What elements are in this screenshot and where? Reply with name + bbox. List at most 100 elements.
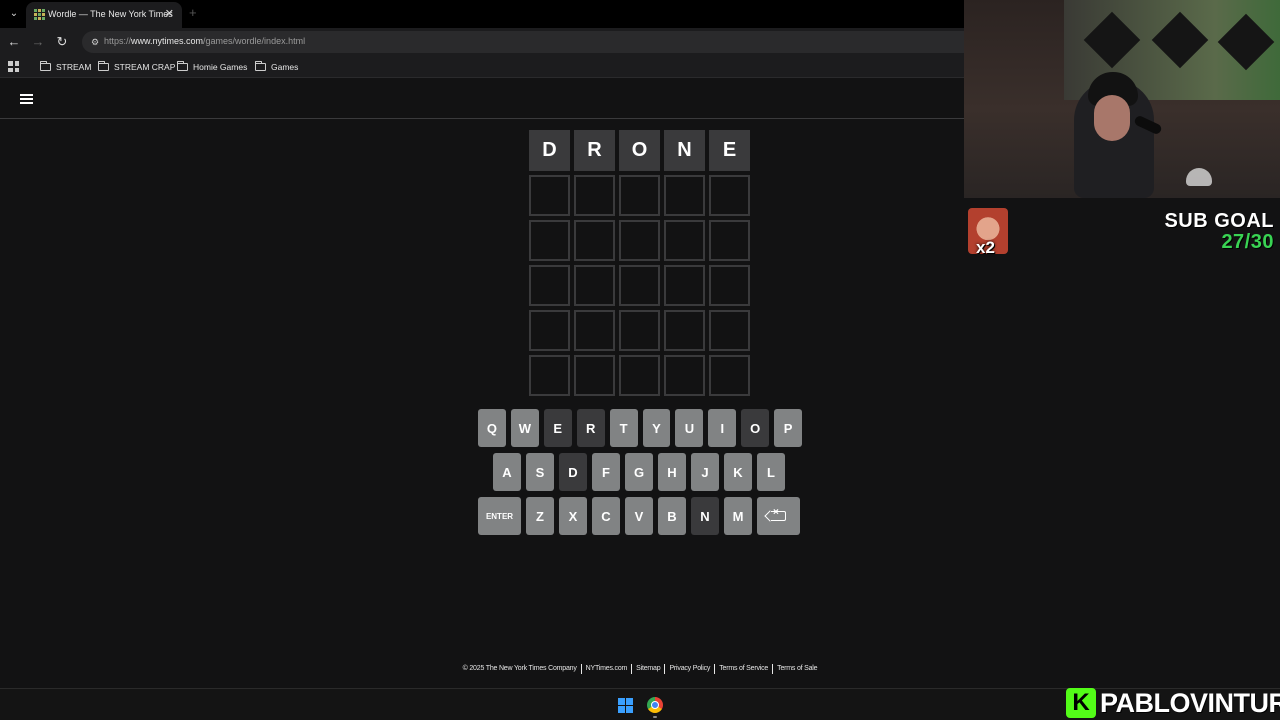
key-d[interactable]: D: [559, 453, 587, 491]
folder-icon: [177, 61, 188, 71]
chrome-icon[interactable]: [647, 697, 663, 713]
tab-list-chevron-icon[interactable]: ⌄: [6, 6, 22, 22]
key-x[interactable]: X: [559, 497, 587, 535]
board-tile: [574, 175, 615, 216]
key-y[interactable]: Y: [642, 409, 671, 447]
apps-grid-icon[interactable]: [8, 61, 19, 72]
back-arrow-icon[interactable]: ←: [6, 34, 22, 50]
keyboard-row-2: ASDFGHJKL: [478, 453, 802, 491]
key-m[interactable]: M: [724, 497, 752, 535]
keyboard-row-1: QWERTYUIOP: [478, 409, 803, 447]
board-tile: R: [574, 130, 615, 171]
footer-link[interactable]: NYTimes.com: [582, 664, 633, 674]
key-c[interactable]: C: [592, 497, 620, 535]
key-k[interactable]: K: [724, 453, 752, 491]
key-b[interactable]: B: [658, 497, 686, 535]
bookmark-label: STREAM: [56, 62, 92, 72]
key-l[interactable]: L: [757, 453, 785, 491]
key-a[interactable]: A: [493, 453, 521, 491]
key-i[interactable]: I: [708, 409, 737, 447]
board-tile: [529, 265, 570, 306]
url-path: /games/wordle/index.html: [203, 36, 306, 46]
board-tile: [529, 355, 570, 396]
url-prefix: https://: [104, 36, 132, 46]
on-screen-keyboard: QWERTYUIOP ASDFGHJKL ENTER ZXCVBNM: [478, 409, 803, 541]
key-z[interactable]: Z: [526, 497, 554, 535]
key-r[interactable]: R: [576, 409, 605, 447]
key-p[interactable]: P: [774, 409, 803, 447]
footer-link[interactable]: Terms of Service: [715, 664, 774, 674]
board-tile: [619, 265, 660, 306]
folder-icon: [40, 61, 51, 71]
emote-multiplier: x2: [976, 238, 995, 257]
bookmark-stream[interactable]: STREAM: [40, 60, 91, 74]
key-f[interactable]: F: [592, 453, 620, 491]
url-host: www.nytimes.com: [131, 36, 204, 46]
bookmarks-bar: STREAM STREAM CRAP Homie Games Games: [0, 56, 964, 78]
key-o[interactable]: O: [741, 409, 770, 447]
game-header: [0, 80, 964, 119]
board-tile: [619, 310, 660, 351]
board-tile: [574, 220, 615, 261]
footer-link[interactable]: Privacy Policy: [665, 664, 716, 674]
board-tile: [619, 175, 660, 216]
board-tile: N: [664, 130, 705, 171]
sub-goal-label: SUB GOAL: [1164, 210, 1274, 232]
footer-link[interactable]: © 2025 The New York Times Company: [459, 664, 582, 674]
board-tile: [709, 355, 750, 396]
footer-link[interactable]: Sitemap: [632, 664, 666, 674]
key-g[interactable]: G: [625, 453, 653, 491]
windows-start-icon[interactable]: [618, 698, 633, 713]
board-tile: [664, 310, 705, 351]
board-tile: O: [619, 130, 660, 171]
running-indicator: [653, 716, 657, 718]
tab-title: Wordle — The New York Times: [48, 9, 173, 19]
reload-icon[interactable]: ↻: [54, 34, 70, 50]
board-tile: [664, 220, 705, 261]
bookmark-games[interactable]: Games: [255, 60, 298, 74]
key-t[interactable]: T: [609, 409, 638, 447]
game-board: DRONE: [529, 130, 750, 396]
hamburger-menu-icon[interactable]: [20, 94, 33, 104]
board-tile: [619, 220, 660, 261]
key-s[interactable]: S: [526, 453, 554, 491]
browser-tab-wordle[interactable]: Wordle — The New York Times ✕: [26, 2, 182, 28]
address-bar[interactable]: ⚙ https://www.nytimes.com/games/wordle/i…: [82, 31, 964, 53]
streamer-face: [1094, 95, 1130, 141]
bookmark-homie-games[interactable]: Homie Games: [177, 60, 247, 74]
backspace-key[interactable]: [757, 497, 800, 535]
forward-arrow-icon[interactable]: →: [30, 34, 46, 50]
board-tile: [574, 355, 615, 396]
keyboard-row-3: ENTER ZXCVBNM: [478, 497, 802, 535]
backspace-icon: [771, 507, 786, 521]
close-tab-icon[interactable]: ✕: [165, 7, 174, 20]
key-j[interactable]: J: [691, 453, 719, 491]
key-w[interactable]: W: [510, 409, 539, 447]
footer-link[interactable]: Terms of Sale: [773, 664, 821, 674]
bookmark-stream-crap[interactable]: STREAM CRAP: [98, 60, 175, 74]
wordle-icon: [34, 9, 45, 20]
url-text[interactable]: https://www.nytimes.com/games/wordle/ind…: [104, 36, 305, 46]
sub-emote: x2: [968, 208, 1008, 258]
board-tile: [709, 175, 750, 216]
page-footer: © 2025 The New York Times Company NYTimes…: [0, 664, 1280, 674]
key-v[interactable]: V: [625, 497, 653, 535]
board-tile: [529, 310, 570, 351]
site-info-icon[interactable]: ⚙: [88, 35, 102, 49]
channel-tag: K PABLOVINTURA: [1066, 688, 1280, 718]
key-n[interactable]: N: [691, 497, 719, 535]
board-tile: [529, 220, 570, 261]
bookmark-label: STREAM CRAP: [114, 62, 176, 72]
key-u[interactable]: U: [675, 409, 704, 447]
key-e[interactable]: E: [543, 409, 572, 447]
lamp: [1186, 168, 1212, 186]
enter-key[interactable]: ENTER: [478, 497, 521, 535]
new-tab-plus-icon[interactable]: +: [189, 5, 197, 20]
sub-goal-count: 27/30: [1221, 231, 1274, 253]
key-q[interactable]: Q: [478, 409, 506, 447]
board-tile: D: [529, 130, 570, 171]
key-h[interactable]: H: [658, 453, 686, 491]
folder-icon: [255, 61, 266, 71]
browser-tab-bar: ⌄ Wordle — The New York Times ✕ +: [0, 0, 964, 28]
board-tile: [574, 310, 615, 351]
